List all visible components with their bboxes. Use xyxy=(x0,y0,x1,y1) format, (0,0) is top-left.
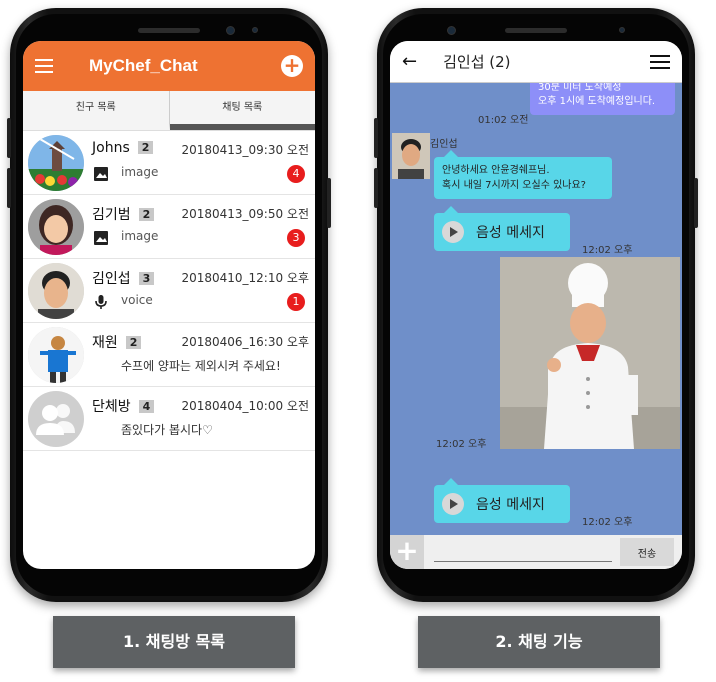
avatar xyxy=(28,327,84,383)
sender-avatar xyxy=(392,133,430,179)
room-last-message: image xyxy=(121,165,159,179)
room-time: 20180406_16:30 오후 xyxy=(181,335,309,349)
avatar xyxy=(28,199,84,255)
power-button xyxy=(694,178,698,228)
sensor xyxy=(252,27,258,33)
voice-message-label: 음성 메세지 xyxy=(476,497,545,513)
voice-message-bubble[interactable]: 음성 메세지 xyxy=(434,478,570,523)
chef-photo[interactable] xyxy=(500,257,680,449)
speaker xyxy=(505,28,567,33)
image-icon xyxy=(94,167,108,181)
app-bar: MyChef_Chat + xyxy=(23,41,315,91)
my-message-bubble: 30분 미터 도착예정 오후 1시에 도착예정입니다. xyxy=(530,83,675,115)
room-time: 20180404_10:00 오전 xyxy=(181,399,309,413)
sensor xyxy=(619,27,625,33)
play-icon[interactable] xyxy=(442,221,464,243)
send-button[interactable]: 전송 xyxy=(620,538,674,566)
chat-header: ← 김인섭 (2) xyxy=(390,41,682,83)
message-input[interactable] xyxy=(434,542,612,562)
member-count: 2 xyxy=(137,141,154,154)
voice-message-bubble[interactable]: 음성 메세지 xyxy=(434,206,570,251)
avatar xyxy=(28,135,84,191)
unread-badge: 1 xyxy=(287,293,305,311)
volume-button xyxy=(374,118,378,158)
message-time: 01:02 오전 xyxy=(478,115,529,126)
menu-icon[interactable] xyxy=(35,59,53,73)
unread-badge: 4 xyxy=(287,165,305,183)
chat-room-item[interactable]: 김인섭 3 20180410_12:10 오후 voice 1 xyxy=(23,259,315,323)
chat-title: 김인섭 (2) xyxy=(443,53,511,71)
room-time: 20180413_09:30 오전 xyxy=(181,143,309,157)
front-camera xyxy=(447,26,456,35)
add-attachment-button[interactable]: + xyxy=(390,535,424,569)
phone-frame-left: MyChef_Chat + 친구 목록 채팅 목록 Johns 2 2018041… xyxy=(7,8,331,602)
group-avatar-icon xyxy=(28,391,84,447)
phone-frame-right: ← 김인섭 (2) 30분 미터 도착예정 오후 1시에 도착예정입니다. 01… xyxy=(374,8,698,602)
screen-chat-room: ← 김인섭 (2) 30분 미터 도착예정 오후 1시에 도착예정입니다. 01… xyxy=(390,41,682,569)
volume-button xyxy=(7,168,11,208)
room-name: 김기범 2 xyxy=(92,204,155,224)
room-last-message: 수프에 양파는 제외시켜 주세요! xyxy=(121,359,281,373)
message-time: 12:02 오후 xyxy=(582,517,633,528)
play-icon[interactable] xyxy=(442,493,464,515)
chat-room-list: Johns 2 20180413_09:30 오전 image 4 김기범 2 20… xyxy=(23,131,315,451)
member-count: 2 xyxy=(125,336,142,349)
unread-badge: 3 xyxy=(287,229,305,247)
app-title: MyChef_Chat xyxy=(89,56,198,75)
room-last-message: 좀있다가 봅시다♡ xyxy=(121,423,213,437)
sender-name: 김인섭 xyxy=(430,139,458,150)
power-button xyxy=(327,178,331,228)
room-name: 김인섭 3 xyxy=(92,268,155,288)
screen-chat-list: MyChef_Chat + 친구 목록 채팅 목록 Johns 2 2018041… xyxy=(23,41,315,569)
room-name: Johns 2 xyxy=(92,140,154,156)
avatar xyxy=(28,263,84,319)
member-count: 4 xyxy=(138,400,155,413)
microphone-icon xyxy=(95,295,107,309)
back-arrow-icon[interactable]: ← xyxy=(402,51,417,72)
incoming-message-bubble: 안녕하세요 안윤경쉐프님. 혹시 내일 7시까지 오실수 있나요? xyxy=(434,150,612,199)
room-time: 20180413_09:50 오전 xyxy=(181,207,309,221)
message-time: 12:02 오후 xyxy=(436,439,487,450)
chat-room-item[interactable]: Johns 2 20180413_09:30 오전 image 4 xyxy=(23,131,315,195)
message-area[interactable]: 30분 미터 도착예정 오후 1시에 도착예정입니다. 01:02 오전 김인섭… xyxy=(390,83,682,535)
add-chat-icon[interactable]: + xyxy=(281,55,303,77)
caption-chat-list: 1. 채팅방 목록 xyxy=(53,616,295,668)
chat-room-item[interactable]: 단체방 4 20180404_10:00 오전 좀있다가 봅시다♡ xyxy=(23,387,315,451)
stage: MyChef_Chat + 친구 목록 채팅 목록 Johns 2 2018041… xyxy=(0,0,716,682)
volume-button xyxy=(374,168,378,208)
room-name: 단체방 4 xyxy=(92,396,155,416)
tab-chats[interactable]: 채팅 목록 xyxy=(169,91,315,130)
menu-icon[interactable] xyxy=(650,54,670,69)
tab-bar: 친구 목록 채팅 목록 xyxy=(23,91,315,131)
room-name: 재원 2 xyxy=(92,332,142,352)
room-last-message: image xyxy=(121,229,159,243)
caption-chat-feature: 2. 채팅 기능 xyxy=(418,616,660,668)
volume-button xyxy=(7,118,11,158)
chat-room-item[interactable]: 김기범 2 20180413_09:50 오전 image 3 xyxy=(23,195,315,259)
room-last-message: voice xyxy=(121,293,153,307)
input-bar: + 전송 xyxy=(390,535,682,569)
image-icon xyxy=(94,231,108,245)
front-camera xyxy=(226,26,235,35)
speaker xyxy=(138,28,200,33)
room-time: 20180410_12:10 오후 xyxy=(181,271,309,285)
tab-friends[interactable]: 친구 목록 xyxy=(23,91,170,130)
message-time: 12:02 오후 xyxy=(582,245,633,256)
voice-message-label: 음성 메세지 xyxy=(476,225,545,241)
chat-room-item[interactable]: 재원 2 20180406_16:30 오후 수프에 양파는 제외시켜 주세요! xyxy=(23,323,315,387)
member-count: 2 xyxy=(138,208,155,221)
member-count: 3 xyxy=(138,272,155,285)
